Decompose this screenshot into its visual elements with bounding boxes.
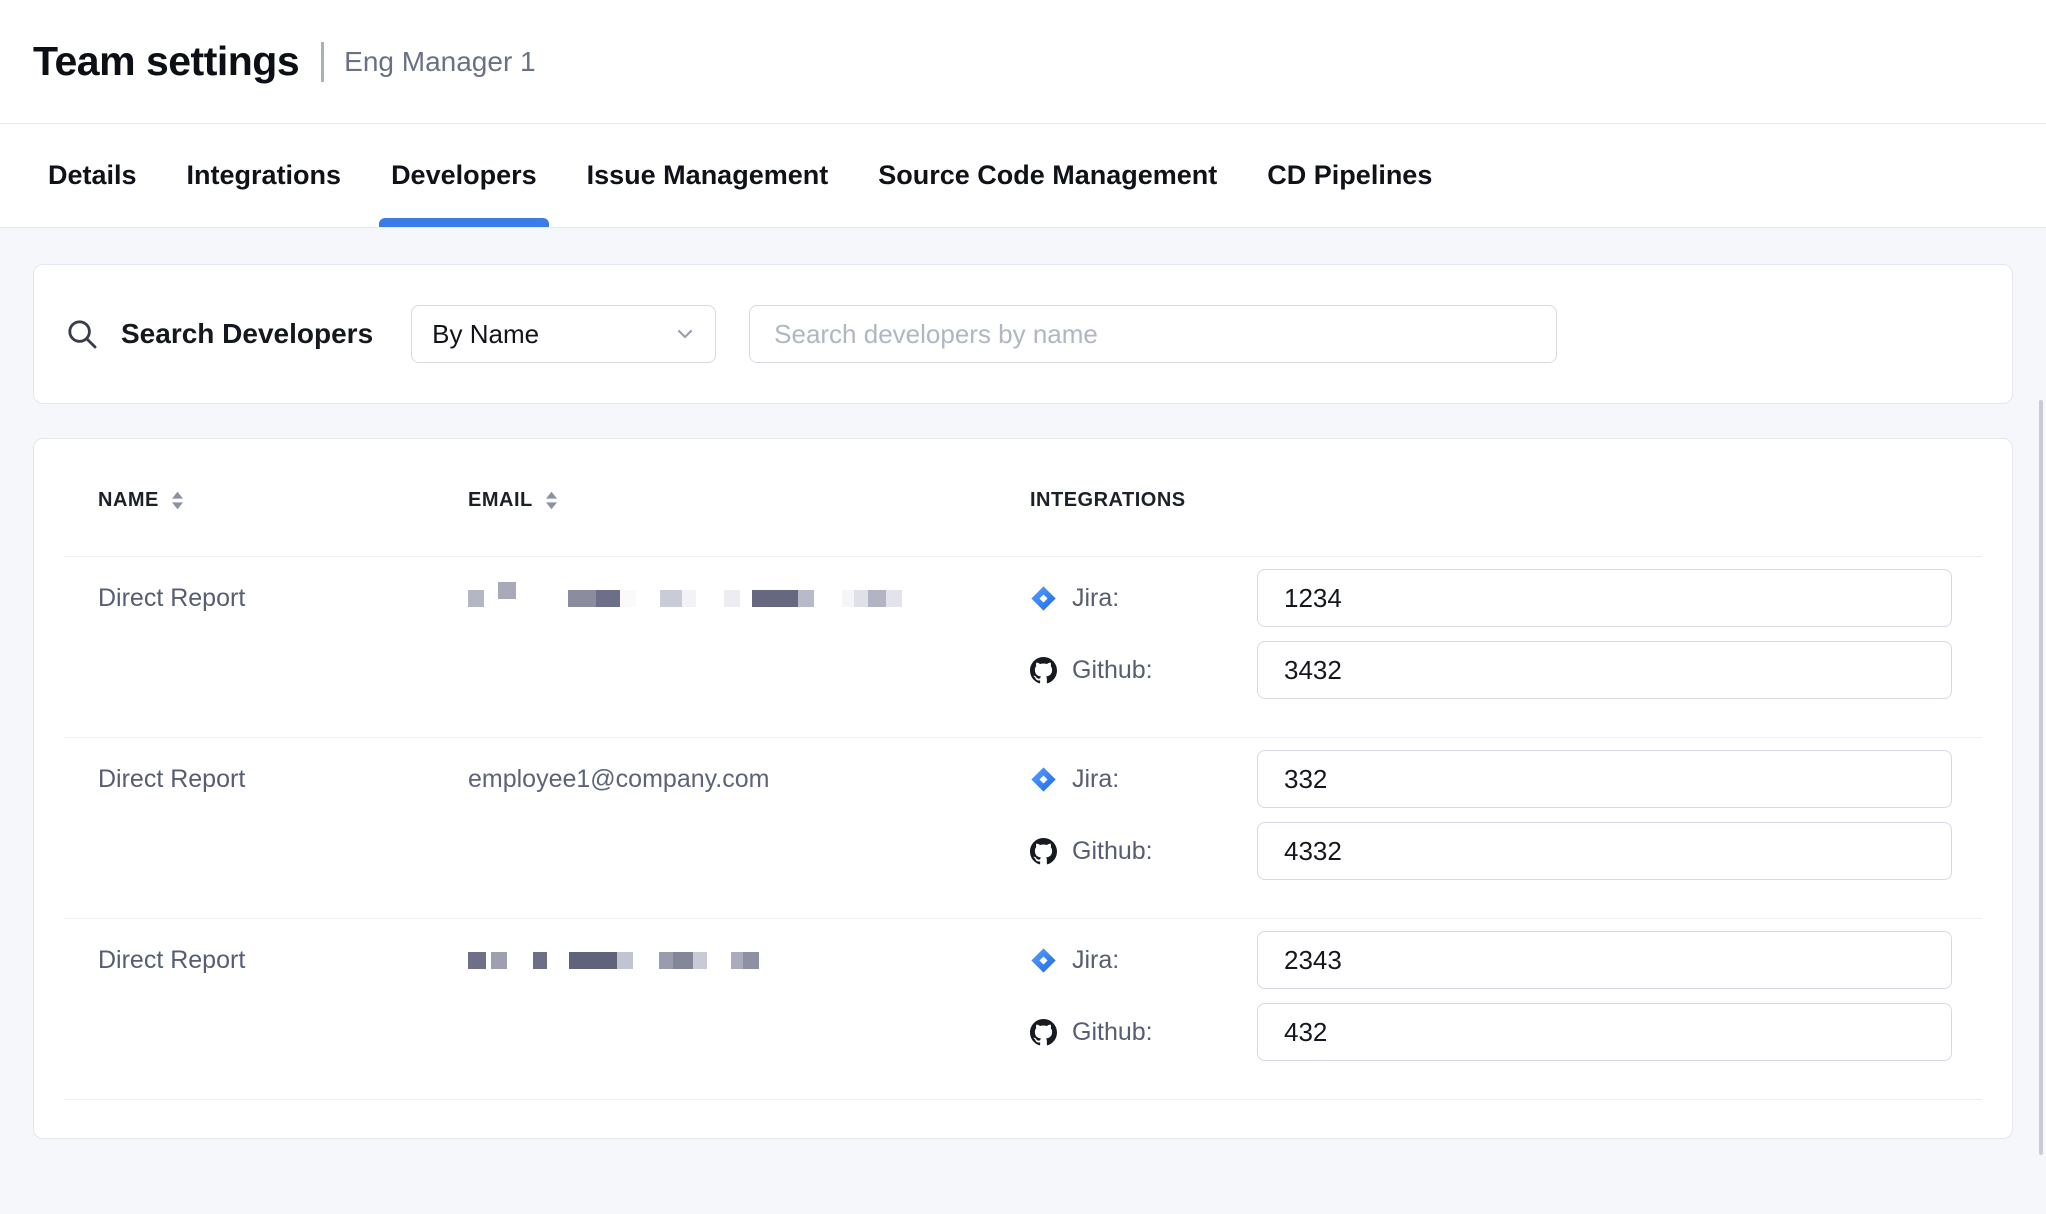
search-filter-value: By Name xyxy=(432,319,539,350)
tab-bar: Details Integrations Developers Issue Ma… xyxy=(0,124,2046,228)
jira-id-input[interactable] xyxy=(1257,750,1952,808)
column-header-name[interactable]: NAME xyxy=(98,489,422,512)
jira-label-group: Jira: xyxy=(1030,765,1257,794)
github-label: Github: xyxy=(1072,656,1153,685)
jira-integration-row: Jira: xyxy=(1030,750,1982,808)
tab-cd-pipelines[interactable]: CD Pipelines xyxy=(1255,124,1444,227)
github-label-group: Github: xyxy=(1030,837,1257,866)
jira-integration-row: Jira: xyxy=(1030,931,1982,989)
github-integration-row: Github: xyxy=(1030,1003,1982,1061)
search-filter-select[interactable]: By Name xyxy=(411,305,716,363)
column-header-email[interactable]: EMAIL xyxy=(468,489,1002,512)
tab-issue-management-label: Issue Management xyxy=(587,160,829,191)
github-icon xyxy=(1030,657,1057,684)
table-row: Direct Report xyxy=(64,556,1982,737)
developers-table: NAME EMAIL INTEGRATIONS xyxy=(33,438,2013,1139)
chevron-down-icon xyxy=(673,322,697,346)
github-label-group: Github: xyxy=(1030,1018,1257,1047)
jira-icon xyxy=(1030,766,1057,793)
table-row: Direct Report employee1@company.com Jira… xyxy=(64,737,1982,918)
github-label: Github: xyxy=(1072,1018,1153,1047)
jira-integration-row: Jira: xyxy=(1030,569,1982,627)
github-id-input[interactable] xyxy=(1257,822,1952,880)
developer-email xyxy=(422,931,1002,1061)
tab-details[interactable]: Details xyxy=(36,124,149,227)
developer-email: employee1@company.com xyxy=(422,750,1002,880)
column-header-integrations: INTEGRATIONS xyxy=(1030,489,1982,512)
page-title: Team settings xyxy=(33,38,299,85)
tab-developers-label: Developers xyxy=(391,160,537,191)
tab-details-label: Details xyxy=(48,160,137,191)
github-label: Github: xyxy=(1072,837,1153,866)
github-label-group: Github: xyxy=(1030,656,1257,685)
title-separator xyxy=(321,42,324,82)
tab-developers[interactable]: Developers xyxy=(379,124,549,227)
tab-integrations[interactable]: Integrations xyxy=(175,124,354,227)
tab-source-code-management[interactable]: Source Code Management xyxy=(866,124,1229,227)
column-header-name-label: NAME xyxy=(98,489,159,512)
jira-label: Jira: xyxy=(1072,765,1119,794)
github-icon xyxy=(1030,838,1057,865)
jira-label: Jira: xyxy=(1072,584,1119,613)
sort-icon[interactable] xyxy=(170,491,185,510)
integrations-cell: Jira: Github: xyxy=(1002,569,1982,699)
search-input[interactable] xyxy=(749,305,1557,363)
developer-email xyxy=(422,569,1002,699)
integrations-cell: Jira: Github: xyxy=(1002,931,1982,1061)
integrations-cell: Jira: Github: xyxy=(1002,750,1982,880)
table-header-row: NAME EMAIL INTEGRATIONS xyxy=(64,439,1982,556)
jira-label: Jira: xyxy=(1072,946,1119,975)
tab-integrations-label: Integrations xyxy=(187,160,342,191)
github-id-input[interactable] xyxy=(1257,641,1952,699)
page-header: Team settings Eng Manager 1 xyxy=(0,0,2046,124)
tab-issue-management[interactable]: Issue Management xyxy=(575,124,841,227)
table-row: Direct Report xyxy=(64,918,1982,1100)
jira-id-input[interactable] xyxy=(1257,931,1952,989)
scrollbar-thumb[interactable] xyxy=(2039,400,2043,1155)
search-icon xyxy=(65,317,99,351)
column-header-integrations-label: INTEGRATIONS xyxy=(1030,489,1186,512)
developer-name: Direct Report xyxy=(64,931,422,1061)
developer-name: Direct Report xyxy=(64,750,422,880)
search-card: Search Developers By Name xyxy=(33,264,2013,404)
jira-icon xyxy=(1030,585,1057,612)
jira-icon xyxy=(1030,947,1057,974)
column-header-email-label: EMAIL xyxy=(468,489,533,512)
tab-source-code-management-label: Source Code Management xyxy=(878,160,1217,191)
active-tab-indicator xyxy=(379,218,549,227)
search-developers-label: Search Developers xyxy=(121,318,373,350)
jira-label-group: Jira: xyxy=(1030,584,1257,613)
github-icon xyxy=(1030,1019,1057,1046)
github-integration-row: Github: xyxy=(1030,641,1982,699)
page-subtitle: Eng Manager 1 xyxy=(344,46,535,78)
tab-cd-pipelines-label: CD Pipelines xyxy=(1267,160,1432,191)
developer-name: Direct Report xyxy=(64,569,422,699)
jira-id-input[interactable] xyxy=(1257,569,1952,627)
redacted-email xyxy=(468,931,1002,989)
sort-icon[interactable] xyxy=(544,491,559,510)
github-id-input[interactable] xyxy=(1257,1003,1952,1061)
jira-label-group: Jira: xyxy=(1030,946,1257,975)
github-integration-row: Github: xyxy=(1030,822,1982,880)
content-area: Search Developers By Name NAME EMAI xyxy=(0,228,2046,1139)
redacted-email xyxy=(468,569,1002,627)
